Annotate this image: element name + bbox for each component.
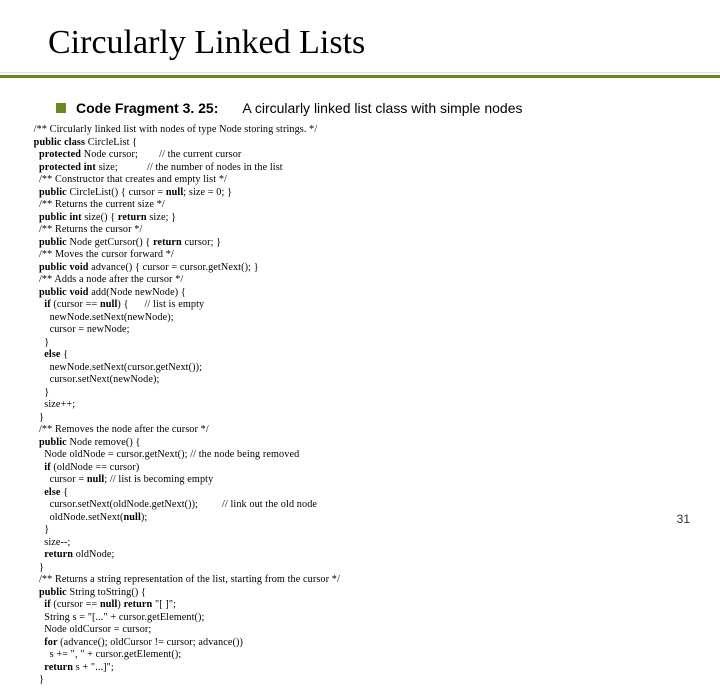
code-fragment-desc: A circularly linked list class with simp… — [242, 100, 522, 116]
code-block: /** Circularly linked list with nodes of… — [34, 124, 679, 687]
code-fragment-label: Code Fragment 3. 25: — [76, 100, 218, 116]
page-number: 31 — [677, 512, 690, 526]
bullet-icon — [56, 103, 66, 113]
slide-title: Circularly Linked Lists — [48, 24, 672, 62]
bullet-line: Code Fragment 3. 25: A circularly linked… — [56, 100, 672, 116]
title-underline — [48, 72, 672, 82]
slide: Circularly Linked Lists Code Fragment 3.… — [0, 0, 720, 697]
rule-green — [0, 75, 720, 78]
